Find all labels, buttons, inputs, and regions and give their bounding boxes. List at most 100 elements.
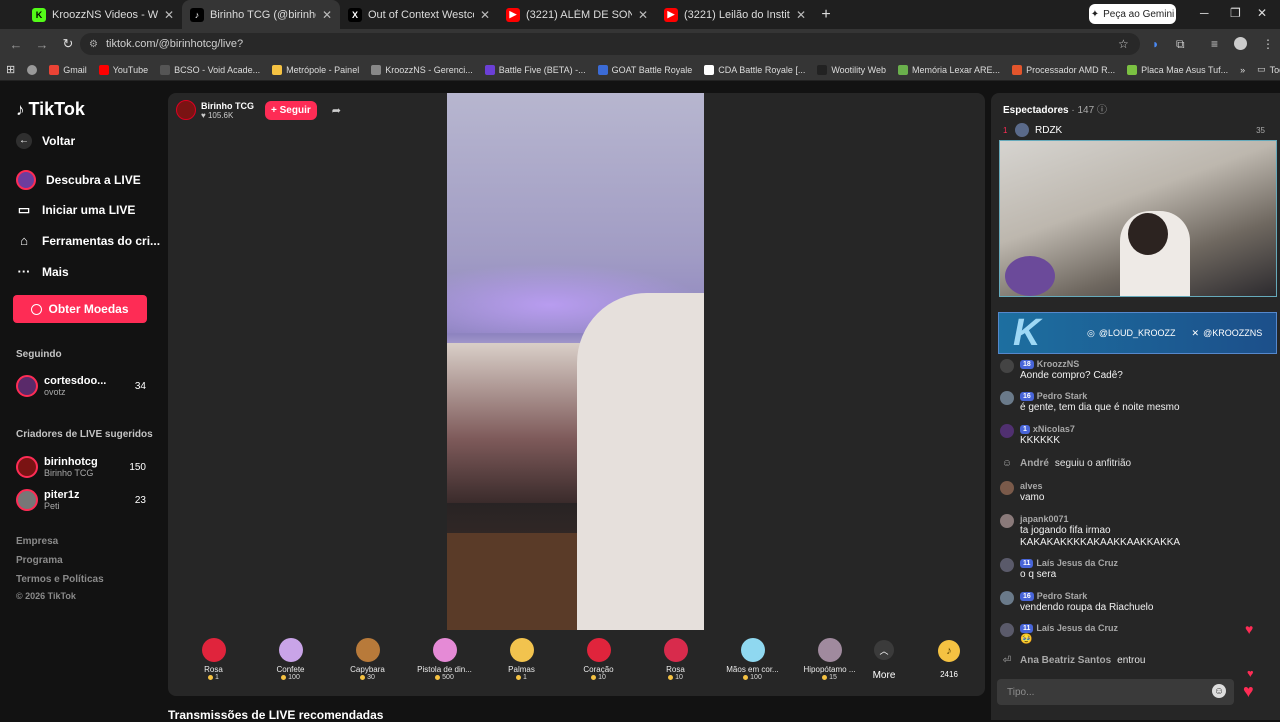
gemini-button[interactable]: ✦ Peça ao Gemini — [1089, 4, 1176, 24]
avatar — [16, 375, 38, 397]
top-viewer[interactable]: 1 RDZK 35 — [1003, 123, 1265, 137]
media-icon[interactable]: ≡ — [1211, 37, 1218, 51]
bookmark-item[interactable]: Gmail — [43, 64, 93, 75]
chat-message[interactable]: 16 Pedro Stark é gente, tem dia que é noit… — [1000, 390, 1270, 414]
more-gifts[interactable]: ︿ More — [872, 640, 896, 681]
like-button-icon[interactable]: ♥ — [1243, 681, 1254, 702]
gift-item[interactable]: Capybara 30 — [329, 635, 406, 693]
url-text: tiktok.com/@birinhotcg/live? — [106, 38, 244, 50]
chat-message[interactable]: japank0071 ta jogando fifa irmao KAKAKAKK… — [1000, 513, 1270, 549]
bookmark-item[interactable]: YouTube — [93, 64, 154, 75]
site-info-icon[interactable]: ⚙ — [89, 39, 98, 50]
bookmark-item[interactable]: Wootility Web — [811, 64, 892, 75]
suggested-account[interactable]: birinhotcg Birinho TCG 150 — [16, 454, 146, 480]
live-video[interactable] — [447, 93, 704, 630]
tiktok-logo[interactable]: ♪ TikTok — [16, 99, 85, 120]
chat-message[interactable]: alves vamo — [1000, 480, 1270, 504]
minimize-icon[interactable]: ─ — [1200, 6, 1209, 20]
gift-item[interactable]: Rosa 10 — [637, 635, 714, 693]
bookmark-item[interactable]: Placa Mae Asus Tuf... — [1121, 64, 1234, 75]
browser-tab[interactable]: ▶(3221) Leilão do Instituto 💗 e✕ — [656, 0, 814, 29]
close-tab-icon[interactable]: ✕ — [480, 8, 490, 22]
menu-dots-icon[interactable]: ⋮ — [1262, 37, 1274, 51]
chat-message[interactable]: 18 KroozzNS Aonde compro? Cadê? — [1000, 358, 1270, 382]
emoji-icon[interactable]: ☺ — [1212, 684, 1226, 698]
gift-item[interactable]: Confete 100 — [252, 635, 329, 693]
gift-item[interactable]: Coração 10 — [560, 635, 637, 693]
avatar — [1000, 359, 1014, 373]
browser-tab[interactable]: ▶(3221) ALÉM DE SONSA É BURR✕ — [498, 0, 656, 29]
footer-link[interactable]: Empresa — [16, 536, 58, 547]
gift-item[interactable]: Hipopótamo ... 15 — [791, 635, 868, 693]
chat-message[interactable]: 1 xNicolas7 KKKKKK — [1000, 423, 1270, 447]
bookmark-item[interactable]: Processador AMD R... — [1006, 64, 1121, 75]
browser-tab[interactable]: KKroozzNS Videos - Watch On-D✕ — [24, 0, 182, 29]
gift-icon — [355, 638, 380, 662]
apps-grid-icon[interactable]: ⊞ — [0, 63, 21, 76]
new-tab-button[interactable]: + — [814, 6, 838, 24]
extensions-puzzle-icon[interactable]: ⧉ — [1176, 37, 1185, 52]
bookmark-item[interactable]: GOAT Battle Royale — [592, 64, 699, 75]
back-link[interactable]: ← Voltar — [16, 133, 75, 149]
forward-arrow-icon[interactable]: → — [30, 37, 54, 52]
tab-favicon-icon: ♪ — [190, 7, 204, 22]
nav-start-live[interactable]: ▭ Iniciar uma LIVE — [16, 202, 136, 218]
all-favorites[interactable]: ▭Todos os favoritos — [1251, 64, 1280, 75]
viewer-count: 23 — [134, 494, 146, 506]
info-icon[interactable]: ⓘ — [1097, 105, 1107, 116]
avatar — [1015, 123, 1029, 137]
bookmark-star-icon[interactable]: ☆ — [1118, 37, 1129, 51]
browser-tab[interactable]: ♪Birinho TCG (@birinhotcg)✕ — [182, 0, 340, 29]
viewer-count: 34 — [134, 380, 146, 392]
gift-item[interactable]: Pistola de din... 500 — [406, 635, 483, 693]
tab-favicon-icon: ▶ — [506, 7, 520, 22]
footer-link[interactable]: Termos e Políticas — [16, 574, 104, 585]
url-field[interactable]: ⚙ tiktok.com/@birinhotcg/live? — [80, 33, 1140, 55]
nav-discover-live[interactable]: Descubra a LIVE — [16, 170, 141, 190]
nav-more[interactable]: ··· Mais — [16, 264, 69, 279]
more-bookmarks-icon[interactable]: » — [1234, 65, 1251, 75]
gift-item[interactable]: Palmas 1 — [483, 635, 560, 693]
tiktok-sidebar: ♪ TikTok ← Voltar Descubra a LIVE ▭ Iniciar… — [0, 81, 160, 720]
bookmark-item[interactable]: CDA Battle Royale [... — [698, 64, 811, 75]
chat-message[interactable]: 11 Laís Jesus da Cruz o q sera — [1000, 557, 1270, 581]
restore-icon[interactable]: ❐ — [1230, 6, 1241, 20]
browser-tab[interactable]: XOut of Context Westcol 💀 no✕ — [340, 0, 498, 29]
creator-tools-icon: ⌂ — [20, 233, 28, 248]
chat-message[interactable]: 16 Pedro Stark vendendo roupa da Riachuelo — [1000, 590, 1270, 614]
bookmark-item[interactable]: Battle Five (BETA) -... — [479, 64, 592, 75]
camera-icon: ▭ — [17, 202, 31, 217]
close-tab-icon[interactable]: ✕ — [796, 8, 806, 22]
close-tab-icon[interactable]: ✕ — [164, 8, 174, 22]
host-name[interactable]: Birinho TCG — [201, 101, 254, 111]
share-icon[interactable]: ➦ — [332, 104, 341, 117]
coins-balance[interactable]: ♪ 2416 — [934, 640, 964, 679]
follow-button[interactable]: + Seguir — [265, 100, 317, 120]
gift-item[interactable]: Mãos em cor... 100 — [714, 635, 791, 693]
back-arrow-icon[interactable]: ← — [4, 37, 28, 52]
close-window-icon[interactable]: ✕ — [1257, 6, 1267, 20]
level-badge: 16 — [1020, 391, 1034, 401]
bookmark-item[interactable]: Metrópole - Painel — [266, 64, 365, 75]
close-tab-icon[interactable]: ✕ — [638, 8, 648, 22]
extension-icon[interactable]: ◗ — [1152, 37, 1159, 51]
host-avatar[interactable] — [176, 100, 196, 120]
get-coins-button[interactable]: Obter Moedas — [13, 295, 147, 323]
reload-icon[interactable]: ↻ — [56, 36, 80, 52]
level-badge: 11 — [1020, 623, 1034, 633]
bookmark-item[interactable]: Memória Lexar ARE... — [892, 64, 1006, 75]
chrome-icon[interactable] — [21, 64, 43, 75]
gift-item[interactable]: Rosa 1 — [175, 635, 252, 693]
close-tab-icon[interactable]: ✕ — [322, 8, 332, 22]
chat-message[interactable]: 11 Laís Jesus da Cruz 🥹 — [1000, 622, 1270, 646]
chat-input[interactable]: Tipo... ☺ — [997, 679, 1234, 705]
bookmark-item[interactable]: KroozzNS - Gerenci... — [365, 64, 479, 75]
bookmark-icon — [98, 64, 109, 75]
chevron-up-icon: ︿ — [874, 640, 894, 660]
nav-creator-tools[interactable]: ⌂ Ferramentas do cri... — [16, 233, 160, 248]
footer-link[interactable]: Programa — [16, 555, 63, 566]
suggested-account[interactable]: piter1z Peti 23 — [16, 487, 146, 513]
following-account[interactable]: cortesdoo... ovotz 34 — [16, 373, 146, 399]
bookmark-item[interactable]: BCSO - Void Acade... — [154, 64, 266, 75]
profile-avatar[interactable] — [1234, 37, 1247, 50]
